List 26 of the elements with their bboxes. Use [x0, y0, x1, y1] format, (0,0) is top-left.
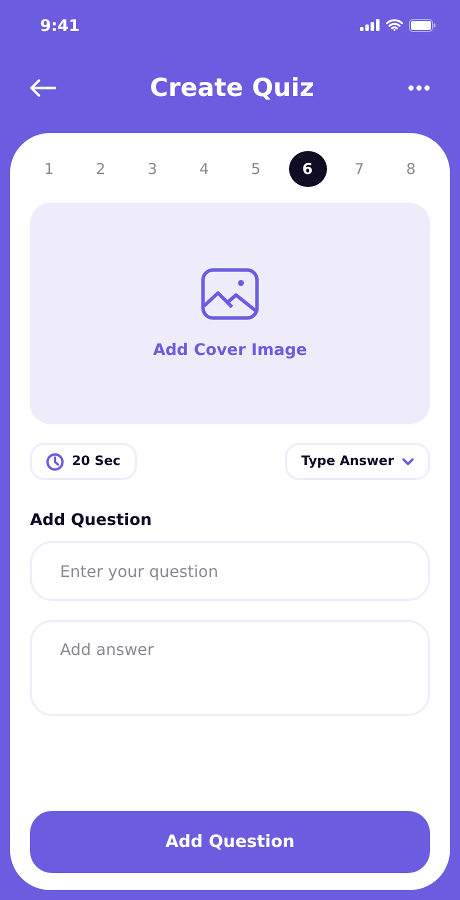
answer-type-dropdown[interactable]: Type Answer	[285, 443, 430, 480]
step-tab[interactable]: 2	[82, 151, 120, 187]
answer-field[interactable]: Add answer	[30, 620, 430, 716]
back-icon[interactable]	[30, 78, 56, 96]
page-title: Create Quiz	[150, 73, 314, 102]
step-tab[interactable]: 1	[30, 151, 68, 187]
section-title: Add Question	[30, 510, 153, 529]
add-question-button[interactable]: Add Question	[30, 811, 430, 873]
status-time: 9:41	[40, 16, 80, 34]
step-tab[interactable]: 6	[288, 151, 327, 187]
step-tab[interactable]: 8	[392, 151, 430, 187]
clock-icon	[46, 452, 64, 470]
step-tab[interactable]: 3	[133, 151, 172, 187]
signal-icon	[360, 19, 380, 31]
step-tab[interactable]: 5	[236, 151, 275, 187]
cover-label: Add Cover Image	[152, 340, 308, 359]
cover-image-upload[interactable]: Add Cover Image	[30, 203, 430, 424]
wifi-icon	[386, 19, 403, 31]
battery-icon	[409, 18, 436, 32]
image-icon	[201, 268, 259, 320]
question-field[interactable]: Enter your question	[30, 541, 430, 601]
timer-button[interactable]: 20 Sec	[30, 443, 137, 480]
chevron-down-icon	[402, 458, 414, 466]
more-icon[interactable]	[408, 84, 430, 90]
step-tab[interactable]: 4	[185, 151, 224, 187]
step-tab[interactable]: 7	[340, 151, 378, 187]
